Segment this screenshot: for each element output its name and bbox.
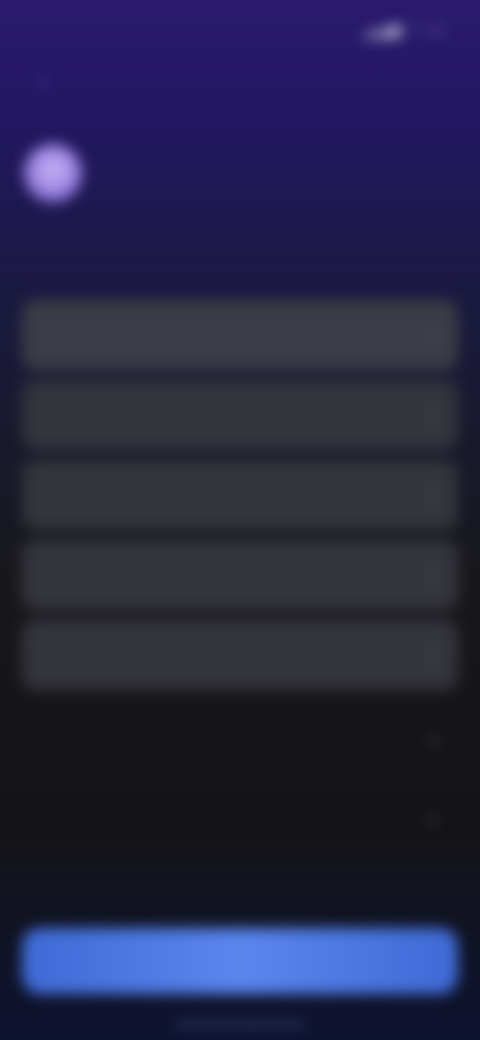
chevron-right-icon: › xyxy=(429,643,436,666)
profile-name xyxy=(134,156,354,180)
menu-item-6[interactable]: › xyxy=(22,700,458,780)
battery-icon: ▭ xyxy=(430,22,446,37)
primary-action-button[interactable] xyxy=(22,928,458,994)
profile-description xyxy=(134,220,454,240)
status-icons: ▂▄▆ ◠ ▭ xyxy=(365,22,446,38)
chevron-right-icon: › xyxy=(429,808,436,831)
chevron-right-icon: › xyxy=(429,563,436,586)
wifi-icon: ◠ xyxy=(409,22,425,37)
profile-subtitle xyxy=(134,188,274,210)
status-time xyxy=(34,20,134,40)
menu-item-3[interactable]: › xyxy=(22,460,458,530)
menu-item-4[interactable]: › xyxy=(22,540,458,610)
chevron-left-icon: ‹ xyxy=(40,71,47,93)
menu-item-1[interactable]: › xyxy=(22,300,458,370)
app-screen: ▂▄▆ ◠ ▭ ‹ › › › › › › › xyxy=(0,0,480,1040)
chevron-right-icon: › xyxy=(429,323,436,346)
chevron-right-icon: › xyxy=(429,403,436,426)
chevron-right-icon: › xyxy=(429,483,436,506)
chevron-right-icon: › xyxy=(429,728,436,751)
settings-menu: › › › › › › › xyxy=(22,300,458,860)
avatar[interactable] xyxy=(24,144,82,202)
home-indicator xyxy=(175,1022,305,1027)
profile-header xyxy=(24,140,456,260)
menu-item-2[interactable]: › xyxy=(22,380,458,450)
status-bar: ▂▄▆ ◠ ▭ xyxy=(0,0,480,56)
menu-item-7[interactable]: › xyxy=(22,780,458,860)
signal-icon: ▂▄▆ xyxy=(364,22,404,37)
back-button[interactable]: ‹ xyxy=(40,70,55,94)
menu-item-5[interactable]: › xyxy=(22,620,458,690)
